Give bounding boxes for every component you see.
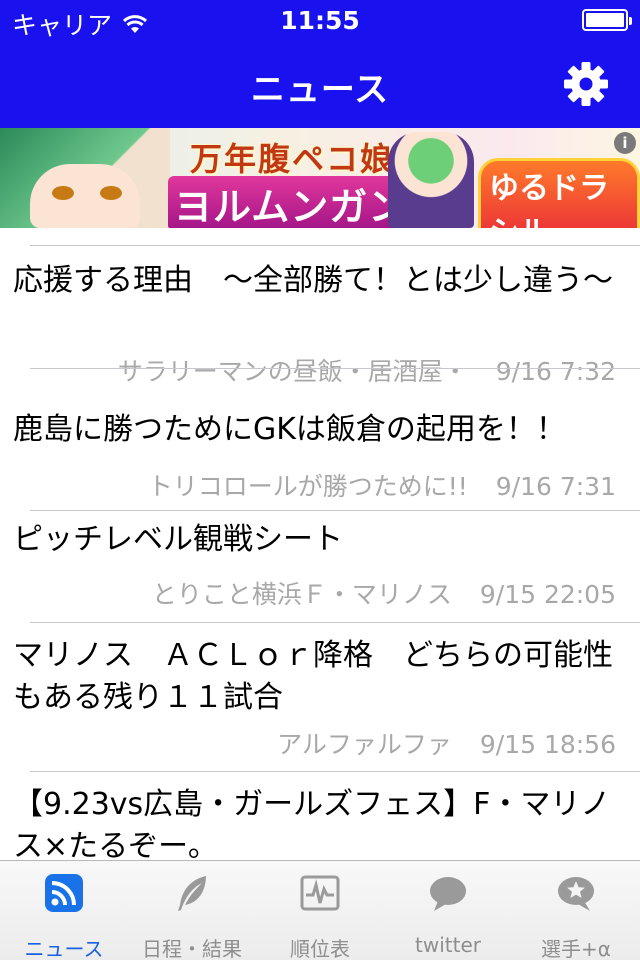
news-item[interactable]: ピッチレベル観戦シート とりこと横浜Ｆ・マリノス 9/15 22:05 (0, 511, 640, 622)
banner-mascot-image (388, 132, 474, 228)
news-time: 9/15 18:56 (479, 730, 616, 759)
battery-level (586, 13, 624, 27)
news-list[interactable]: 応援する理由 〜全部勝て！とは少し違う〜 サラリーマンの昼飯・居酒屋・ 9/16 … (0, 228, 640, 860)
news-meta: トリコロールが勝つために!! 9/16 7:31 (148, 467, 616, 503)
pulse-chart-icon (300, 875, 340, 911)
speech-bubble-icon (430, 877, 466, 911)
tab-news[interactable]: ニュース (0, 861, 128, 960)
news-meta: アルファルファ 9/15 18:56 (277, 725, 616, 761)
tab-bar: ニュース 日程・結果 順位表 twitter 選手+α (0, 860, 640, 960)
news-meta: とりこと横浜Ｆ・マリノス 9/15 22:05 (152, 575, 616, 611)
news-item[interactable]: マリノス ＡＣＬｏｒ降格 どちらの可能性もある残り１１試合 アルファルファ 9/1… (0, 623, 640, 767)
navigation-bar: ニュース (0, 40, 640, 128)
news-title: マリノス ＡＣＬｏｒ降格 どちらの可能性もある残り１１試合 (13, 638, 613, 715)
page-title: ニュース (250, 70, 390, 110)
news-title: ピッチレベル観戦シート (13, 522, 343, 557)
gear-icon[interactable] (562, 60, 610, 108)
tab-label: twitter (415, 933, 481, 957)
news-item[interactable]: 応援する理由 〜全部勝て！とは少し違う〜 サラリーマンの昼飯・居酒屋・ 9/16 … (0, 246, 640, 386)
tab-standings[interactable]: 順位表 (256, 861, 384, 960)
news-time: 9/16 7:31 (495, 472, 616, 501)
tab-schedule-results[interactable]: 日程・結果 (128, 861, 256, 960)
banner-logo: ゆるドラシル (478, 158, 640, 228)
battery-icon (582, 9, 632, 31)
news-time: 9/15 22:05 (479, 580, 616, 609)
news-title: 応援する理由 〜全部勝て！とは少し違う〜 (13, 263, 613, 298)
tab-twitter[interactable]: twitter (384, 861, 512, 960)
status-bar: キャリア 11:55 (0, 0, 640, 40)
banner-character-face (30, 164, 140, 228)
banner-tagline: 万年腹ペコ娘 (190, 140, 395, 178)
ad-banner[interactable]: 万年腹ペコ娘 ヨルムンガンド ゆるドラシル i (0, 128, 640, 228)
tab-label: 選手+α (541, 937, 611, 960)
tab-label: ニュース (24, 937, 104, 960)
feather-icon (178, 876, 206, 911)
news-item[interactable]: 鹿島に勝つためにGKは飯倉の起用を！！ トリコロールが勝つために!! 9/16 7… (0, 369, 640, 511)
status-time: 11:55 (280, 6, 360, 35)
news-source: アルファルファ (277, 730, 452, 759)
star-bubble-icon (558, 877, 594, 911)
news-title: 鹿島に勝つためにGKは飯倉の起用を！！ (13, 412, 566, 447)
news-title: 【9.23vs広島・ガールズフェス】F・マリノス×たるぞー。 (13, 787, 611, 860)
news-item[interactable]: 【9.23vs広島・ガールズフェス】F・マリノス×たるぞー。 (0, 772, 640, 860)
tab-players[interactable]: 選手+α (512, 861, 640, 960)
tab-label: 順位表 (290, 937, 350, 960)
news-source: とりこと横浜Ｆ・マリノス (151, 580, 452, 609)
tab-label: 日程・結果 (142, 937, 242, 960)
ad-info-icon[interactable]: i (614, 132, 636, 154)
banner-character-eye (100, 186, 122, 200)
news-source: トリコロールが勝つために!! (147, 472, 468, 501)
banner-character-eye (52, 186, 74, 200)
rss-icon (45, 874, 83, 912)
